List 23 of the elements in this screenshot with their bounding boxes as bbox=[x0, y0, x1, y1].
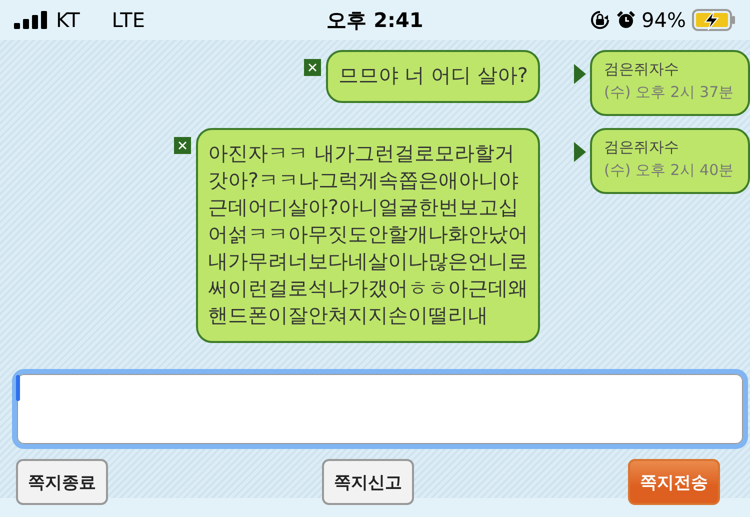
message-input[interactable] bbox=[12, 369, 748, 449]
network-type: LTE bbox=[112, 8, 146, 32]
sender-card[interactable]: 검은쥐자수 (수) 오후 2시 37분 bbox=[590, 50, 750, 116]
close-button[interactable]: 쪽지종료 bbox=[16, 459, 108, 505]
report-button[interactable]: 쪽지신고 bbox=[322, 459, 414, 505]
clock: 오후 2:41 bbox=[326, 6, 424, 34]
send-button[interactable]: 쪽지전송 bbox=[628, 459, 720, 505]
text-cursor bbox=[16, 375, 20, 401]
pointer-icon bbox=[574, 142, 586, 162]
sent-time: (수) 오후 2시 37분 bbox=[604, 82, 735, 103]
carrier: KT bbox=[56, 8, 80, 32]
sent-time: (수) 오후 2시 40분 bbox=[604, 160, 735, 181]
message-bubble: 므므야 너 어디 살아? bbox=[326, 50, 540, 103]
pointer-icon bbox=[574, 64, 586, 84]
signal-icon bbox=[14, 11, 48, 29]
sender-name: 검은쥐자수 bbox=[604, 137, 680, 158]
sender-card[interactable]: 검은쥐자수 (수) 오후 2시 40분 bbox=[590, 128, 750, 194]
message-bubble: 아진자ㅋㅋ 내가그런걸로모라할거 갓아?ㅋㅋ나그럭게속쫍은애아니야 근데어디살아?아니얼굴한번보고십 어섥ㅋㅋ아무짓도안할개나화안났어 내가무려너보다네살이나많은언니로 써이런걸로석나가갰어ㅎㅎ아근데왜 핸드폰이잘안쳐지지손이떨리내 bbox=[196, 128, 540, 343]
alarm-icon bbox=[616, 10, 636, 30]
sender-name: 검은쥐자수 bbox=[604, 59, 680, 80]
orientation-lock-icon bbox=[590, 10, 610, 30]
battery-percent: 94% bbox=[642, 8, 686, 32]
charging-battery-icon bbox=[692, 9, 736, 31]
